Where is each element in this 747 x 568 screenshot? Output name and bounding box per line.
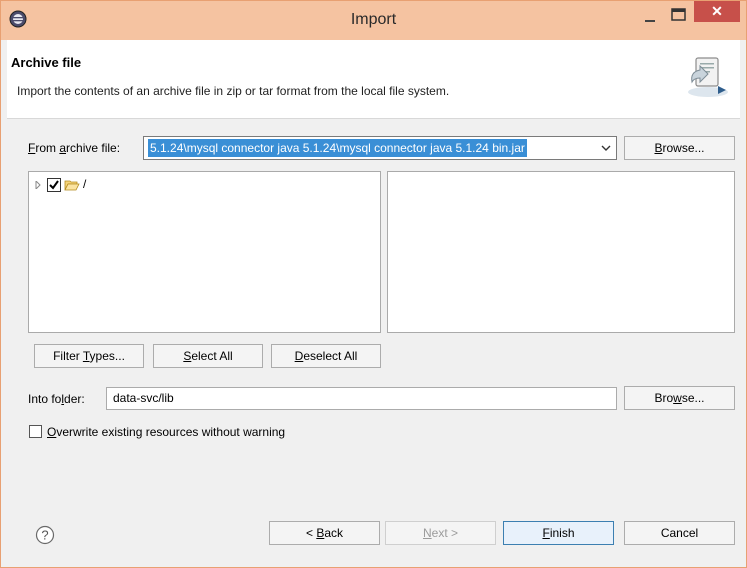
minimize-icon[interactable] <box>641 10 661 26</box>
next-button[interactable]: Next > <box>385 521 496 545</box>
overwrite-label[interactable]: Overwrite existing resources without war… <box>47 425 285 439</box>
select-all-button[interactable]: Select All <box>153 344 263 368</box>
overwrite-checkbox[interactable] <box>29 425 42 438</box>
title-bar[interactable]: Import ✕ <box>1 1 746 40</box>
close-button[interactable]: ✕ <box>694 1 740 22</box>
finish-button[interactable]: Finish <box>503 521 614 545</box>
cancel-button[interactable]: Cancel <box>624 521 735 545</box>
wizard-banner: Archive file Import the contents of an a… <box>7 40 740 119</box>
archive-file-label: From archive file: <box>28 141 121 155</box>
archive-file-combo[interactable]: 5.1.24\mysql connector java 5.1.24\mysql… <box>143 136 617 160</box>
close-icon: ✕ <box>711 3 723 19</box>
file-list[interactable] <box>387 171 735 333</box>
import-dialog: Import ✕ Archive file Import the content… <box>0 0 747 568</box>
help-icon[interactable]: ? <box>35 525 55 545</box>
archive-browse-button[interactable]: Browse... <box>624 136 735 160</box>
svg-text:?: ? <box>41 528 48 543</box>
maximize-icon[interactable] <box>670 7 688 23</box>
archive-file-value: 5.1.24\mysql connector java 5.1.24\mysql… <box>148 139 527 157</box>
window-title: Import <box>350 11 397 28</box>
into-folder-input[interactable]: data-svc/lib <box>106 387 617 410</box>
import-wizard-icon <box>688 57 728 97</box>
into-folder-label: Into folder: <box>28 392 85 406</box>
folder-browse-button[interactable]: Browse... <box>624 386 735 410</box>
checked-checkbox-icon[interactable] <box>47 178 61 192</box>
wizard-page-description: Import the contents of an archive file i… <box>17 84 450 98</box>
tree-root-label: / <box>83 177 87 191</box>
filter-types-button[interactable]: Filter Types... <box>34 344 144 368</box>
chevron-down-icon[interactable] <box>600 141 612 155</box>
folder-tree[interactable]: / <box>28 171 381 333</box>
back-button[interactable]: < Back <box>269 521 380 545</box>
folder-open-icon <box>64 180 80 191</box>
deselect-all-button[interactable]: Deselect All <box>271 344 381 368</box>
wizard-page-title: Archive file <box>11 55 82 70</box>
expand-arrow-icon[interactable] <box>35 181 43 189</box>
